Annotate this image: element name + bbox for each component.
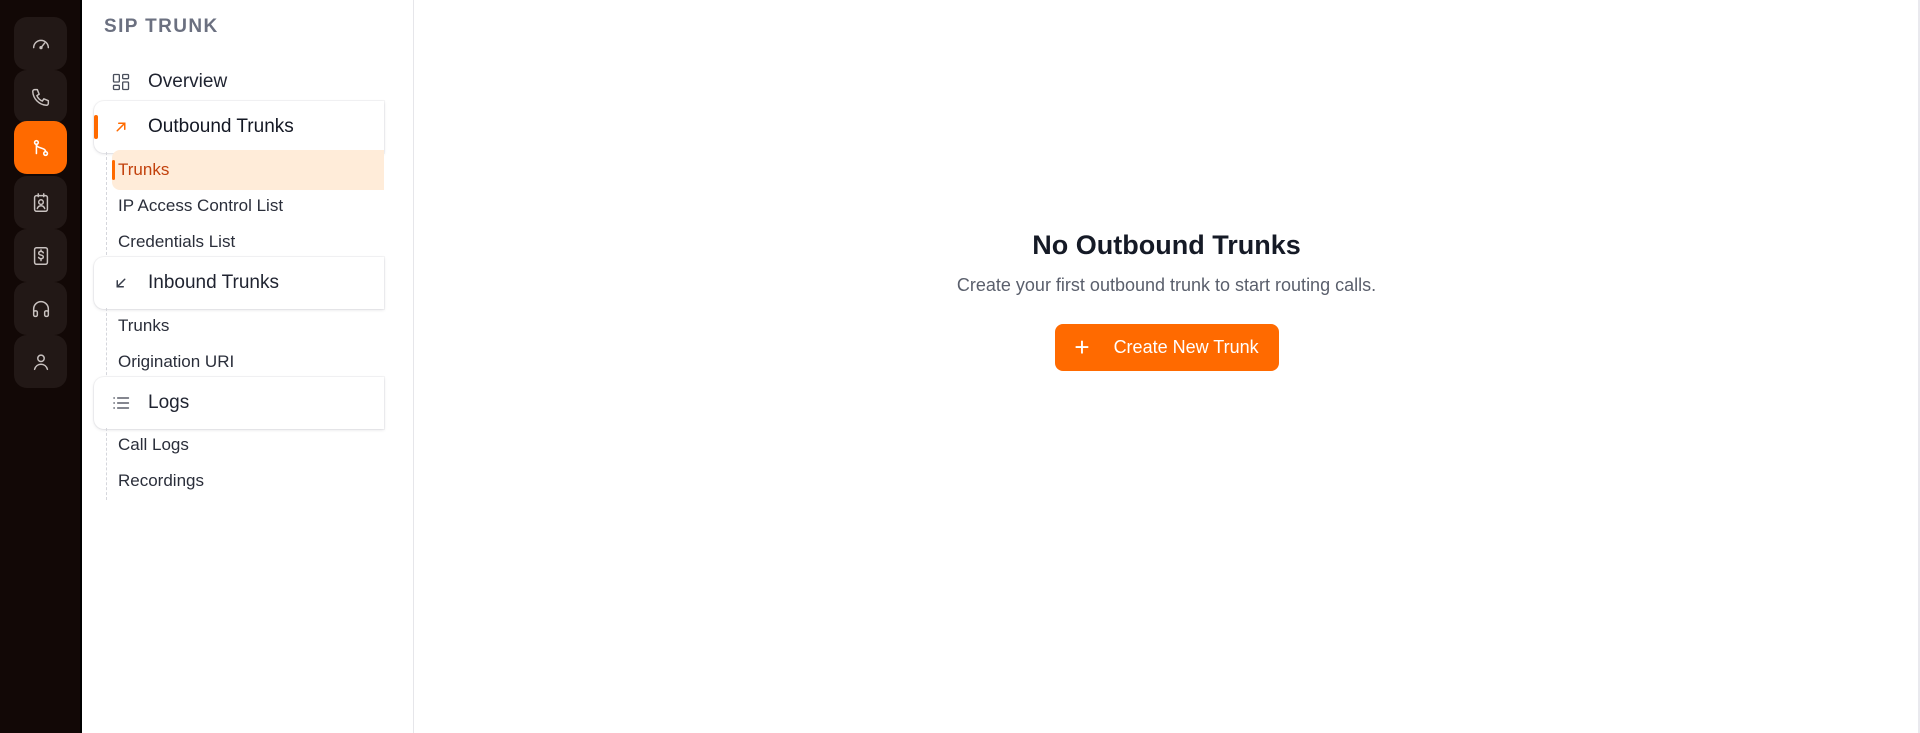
sip-trunk-nav: SIP TRUNK Overview Outbound Trunks Trunk… — [82, 0, 414, 733]
arrow-down-left-icon — [110, 272, 132, 294]
main-content: No Outbound Trunks Create your first out… — [414, 0, 1919, 733]
sub-item-origination-uri[interactable]: Origination URI — [118, 342, 384, 382]
plus-icon: + — [1074, 331, 1090, 362]
rail-sip-trunk-button[interactable] — [14, 121, 67, 174]
create-new-trunk-button[interactable]: + Create New Trunk — [1054, 324, 1279, 371]
nav-section-inbound-trunks[interactable]: Inbound Trunks — [94, 257, 384, 309]
empty-state-subtitle: Create your first outbound trunk to star… — [956, 275, 1377, 295]
nav-section-label: Overview — [148, 71, 228, 92]
sub-item-recordings[interactable]: Recordings — [118, 461, 384, 501]
rail-calls-button[interactable] — [14, 70, 67, 123]
nav-section-logs[interactable]: Logs — [94, 377, 384, 429]
grid-icon — [110, 71, 132, 93]
create-new-trunk-label: Create New Trunk — [1113, 337, 1259, 357]
headset-icon — [32, 300, 49, 317]
sub-item-inbound-trunks[interactable]: Trunks — [118, 306, 384, 346]
user-icon — [33, 353, 48, 370]
empty-state-title: No Outbound Trunks — [1032, 230, 1301, 260]
rail-dashboard-button[interactable] — [14, 17, 67, 70]
rail-profile-button[interactable] — [14, 335, 67, 388]
sub-item-ip-access-control-list[interactable]: IP Access Control List — [118, 186, 384, 226]
list-icon — [110, 392, 132, 414]
contact-badge-icon — [33, 192, 48, 212]
empty-state: No Outbound Trunks Create your first out… — [414, 230, 1919, 371]
nav-section-label: Inbound Trunks — [148, 272, 279, 293]
nav-section-label: Logs — [148, 392, 190, 413]
sub-item-outbound-trunks[interactable]: Trunks — [112, 150, 384, 190]
arrow-up-right-icon — [110, 116, 132, 138]
nav-section-outbound-trunks[interactable]: Outbound Trunks — [94, 101, 384, 153]
gauge-icon — [32, 39, 49, 49]
phone-icon — [31, 88, 49, 106]
nav-section-label: Outbound Trunks — [148, 116, 294, 137]
billing-dollar-icon — [33, 246, 48, 265]
nav-title: SIP TRUNK — [104, 16, 219, 37]
rail-billing-button[interactable] — [14, 229, 67, 282]
sub-item-credentials-list[interactable]: Credentials List — [118, 222, 384, 262]
rail-contacts-button[interactable] — [14, 176, 67, 229]
rail-support-button[interactable] — [14, 282, 67, 335]
active-indicator — [94, 115, 98, 139]
submenu-guide-line — [106, 428, 107, 500]
submenu-guide-line — [106, 152, 107, 260]
submenu-guide-line — [106, 308, 107, 380]
icon-rail — [0, 0, 82, 733]
git-branch-icon — [33, 139, 48, 156]
sub-item-call-logs[interactable]: Call Logs — [118, 425, 384, 465]
app-root: SIP TRUNK Overview Outbound Trunks Trunk… — [0, 0, 1920, 733]
